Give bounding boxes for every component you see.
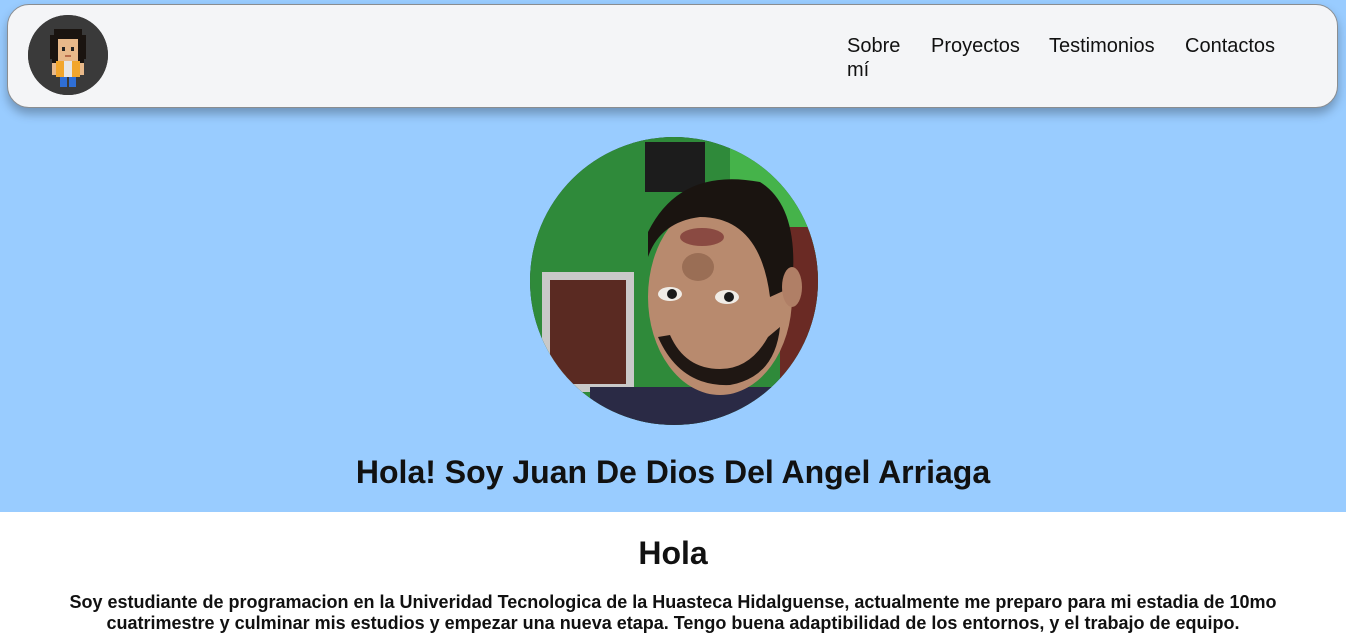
nav-link-contactos[interactable]: Contactos <box>1185 34 1275 58</box>
nav-link-sobre-mi[interactable]: Sobre mí <box>847 34 909 82</box>
navbar: Sobre mí Proyectos Testimonios Contactos <box>7 4 1338 108</box>
pixel-avatar-icon[interactable] <box>28 15 108 95</box>
profile-photo <box>530 137 818 425</box>
nav-link-proyectos[interactable]: Proyectos <box>931 34 1020 58</box>
about-text: Soy estudiante de programacion en la Uni… <box>69 592 1277 633</box>
hero-title: Hola! Soy Juan De Dios Del Angel Arriaga <box>355 454 991 490</box>
nav-link-testimonios[interactable]: Testimonios <box>1049 34 1155 58</box>
about-heading: Hola <box>638 535 708 571</box>
